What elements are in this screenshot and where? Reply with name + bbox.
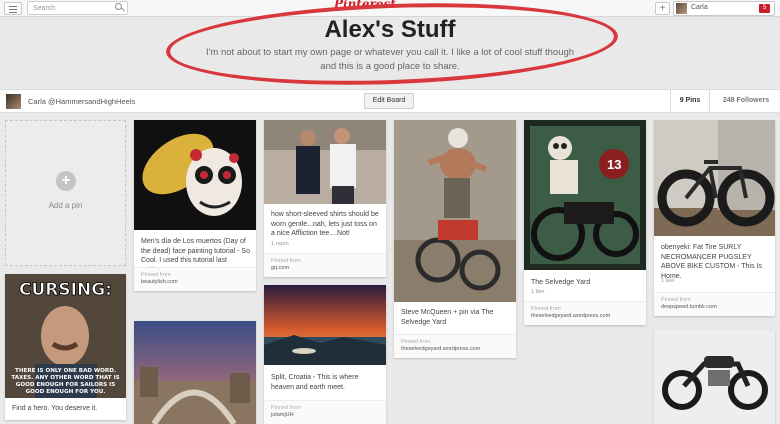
pin-image <box>394 120 516 302</box>
pin-card[interactable]: CURSING: THERE IS ONLY ONE BAD WORD. TAX… <box>5 274 126 420</box>
pinned-from-label: Pinned from <box>271 405 301 411</box>
owner-avatar[interactable] <box>6 94 21 109</box>
pin-image: CURSING: THERE IS ONLY ONE BAD WORD. TAX… <box>5 274 126 398</box>
pin-source-link[interactable]: theselvedgeyard.wordpress.com <box>401 346 480 352</box>
pinned-from-label: Pinned from <box>531 306 561 312</box>
user-avatar <box>676 3 687 14</box>
pin-source[interactable]: Pinned from gq.com <box>264 253 386 277</box>
search-input[interactable]: Search <box>27 1 128 15</box>
add-button[interactable]: + <box>655 2 670 15</box>
pin-description: obenyeki: Fat Tire SURLY NECROMANCER PUG… <box>661 244 762 280</box>
repin-count[interactable]: 1 repin <box>271 241 289 247</box>
board-info-bar: Carla @HammersandHighHeels Edit Board 9 … <box>0 89 780 113</box>
pin-description: The Selvedge Yard <box>531 279 591 286</box>
user-name: Carla <box>691 4 708 11</box>
pins-count-tab[interactable]: 9 Pins <box>670 90 710 112</box>
pin-description: Split, Croatia - This is where heaven an… <box>271 374 359 391</box>
pin-card[interactable]: Steve McQueen + pin via The Selvedge Yar… <box>394 120 516 358</box>
pinned-from-label: Pinned from <box>661 297 691 303</box>
face-paint-image <box>134 120 256 230</box>
pin-image <box>264 120 386 204</box>
two-men-photo <box>264 120 386 204</box>
pin-card[interactable]: obenyeki: Fat Tire SURLY NECROMANCER PUG… <box>654 120 775 316</box>
cafe-racer-photo <box>654 330 775 424</box>
pin-source[interactable]: Pinned from jutamjUH <box>264 400 386 424</box>
bridge-photo <box>134 321 256 424</box>
like-count[interactable]: 1 like <box>661 278 675 284</box>
skeleton-rider-illustration: 13 <box>524 120 646 270</box>
svg-text:13: 13 <box>607 157 621 172</box>
pin-image <box>654 330 775 424</box>
add-pin-label: Add a pin <box>48 201 83 210</box>
pin-source[interactable]: Pinned from theselvedgeyard.wordpress.co… <box>524 301 646 325</box>
pin-source-link[interactable]: beautylish.com <box>141 279 178 285</box>
menu-button[interactable] <box>4 2 22 15</box>
user-menu-button[interactable]: Carla 5 <box>673 1 775 16</box>
pin-description: how short-sleeved shirts should be worn … <box>271 211 379 237</box>
menu-icon-line <box>9 12 17 13</box>
meme-title: CURSING: <box>19 280 113 301</box>
pin-description: Steve McQueen + pin via The Selvedge Yar… <box>401 309 494 326</box>
pin-image <box>264 285 386 365</box>
pin-card[interactable]: how short-sleeved shirts should be worn … <box>264 120 386 277</box>
menu-icon-line <box>9 9 17 10</box>
pin-source[interactable]: Pinned from theselvedgeyard.wordpress.co… <box>394 334 516 358</box>
pinned-from-label: Pinned from <box>271 258 301 264</box>
pinned-from-label: Pinned from <box>401 339 431 345</box>
board-owner[interactable]: Carla @HammersandHighHeels <box>28 97 135 106</box>
pin-card[interactable] <box>654 330 775 424</box>
followers-count-tab[interactable]: 248 Followers <box>712 90 780 112</box>
menu-icon <box>9 6 17 7</box>
pin-image <box>134 321 256 424</box>
add-pin-tile[interactable]: + Add a pin <box>5 120 126 266</box>
pin-card[interactable] <box>134 321 256 424</box>
pin-source-link[interactable]: theselvedgeyard.wordpress.com <box>531 313 610 319</box>
pin-card[interactable]: Men's día de Los muertos (Day of the dea… <box>134 120 256 291</box>
pin-source-link[interactable]: deepspeed.tumblr.com <box>661 304 717 310</box>
meme-caption: THERE IS ONLY ONE BAD WORD. TAXES. ANY O… <box>11 368 120 395</box>
search-icon[interactable] <box>115 3 122 10</box>
pinned-from-label: Pinned from <box>141 272 171 278</box>
like-count[interactable]: 1 like <box>531 289 545 295</box>
pin-card[interactable]: Split, Croatia - This is where heaven an… <box>264 285 386 424</box>
edit-board-button[interactable]: Edit Board <box>364 93 414 109</box>
notification-badge[interactable]: 5 <box>759 4 770 13</box>
pin-source-link[interactable]: jutamjUH <box>271 412 294 418</box>
pin-image: 13 <box>524 120 646 270</box>
plus-icon: + <box>56 171 76 191</box>
pin-source[interactable]: Pinned from beautylish.com <box>134 267 256 291</box>
pin-image <box>134 120 256 230</box>
pin-description: Find a hero. You deserve it. <box>12 405 98 412</box>
pin-image <box>654 120 775 236</box>
pin-card[interactable]: 13 The Selvedge Yard 1 like Pinned from … <box>524 120 646 325</box>
fat-tire-bike-photo <box>654 120 775 236</box>
pin-source[interactable]: Pinned from deepspeed.tumblr.com <box>654 292 775 316</box>
sunset-coast-photo <box>264 285 386 365</box>
motorcycle-rider-photo <box>394 120 516 302</box>
pin-source-link[interactable]: gq.com <box>271 265 289 271</box>
